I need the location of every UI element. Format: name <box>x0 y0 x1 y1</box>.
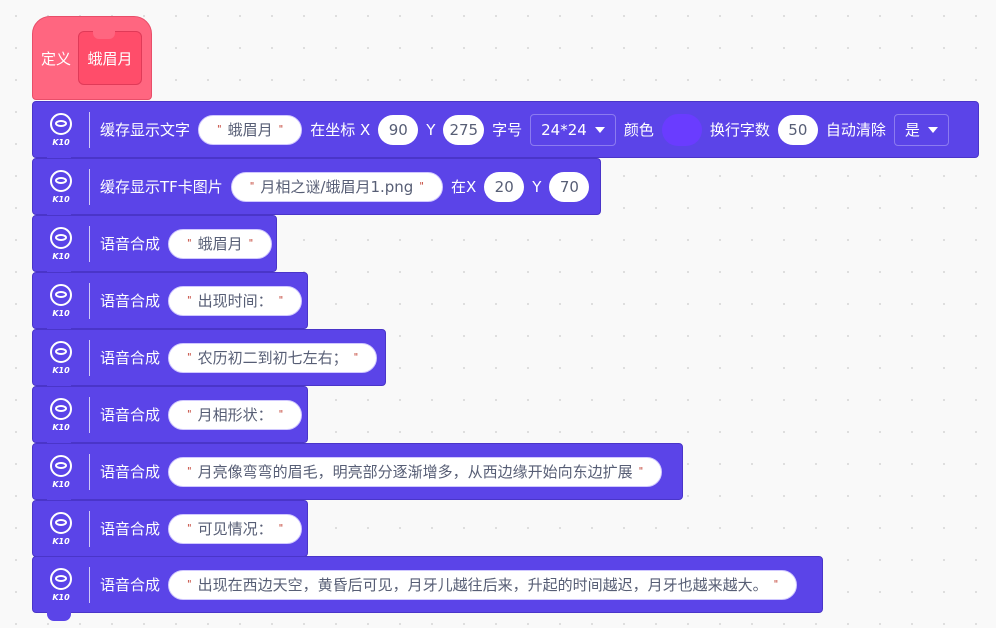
chevron-down-icon <box>927 126 938 133</box>
speech-text-input[interactable]: " 月相形状： " <box>168 399 303 430</box>
speech-text-input[interactable]: " 农历初二到初七左右； " <box>168 342 378 373</box>
k10-badge: K10 <box>33 557 89 612</box>
k10-badge: K10 <box>33 387 89 442</box>
speech-text-input[interactable]: " 可见情况： " <box>168 513 303 544</box>
speech-label: 语音合成 <box>100 576 161 594</box>
speech-label: 语音合成 <box>100 292 161 310</box>
k10-badge: K10 <box>33 330 89 385</box>
k10-logo-icon <box>50 283 72 306</box>
wrap-count-label: 换行字数 <box>709 121 770 139</box>
define-label: 定义 <box>41 49 72 68</box>
k10-badge: K10 <box>33 273 89 328</box>
block-separator <box>89 453 90 490</box>
auto-clear-dropdown[interactable]: 是 <box>893 113 949 146</box>
k10-label: K10 <box>52 422 70 432</box>
speech-block[interactable]: K10 语音合成 " 月亮像弯弯的眉毛，明亮部分逐渐增多，从西边缘开始向东边扩展 " <box>32 443 683 508</box>
speech-block[interactable]: K10 语音合成 " 蛾眉月 " <box>32 215 277 280</box>
speech-text-input[interactable]: " 月亮像弯弯的眉毛，明亮部分逐渐增多，从西边缘开始向东边扩展 " <box>168 456 663 487</box>
image-y-label: Y <box>532 177 542 196</box>
procedure-name-block[interactable]: 蛾眉月 <box>78 31 143 85</box>
speech-text-input[interactable]: " 出现在西边天空，黄昏后可见，月牙儿越往后来，升起的时间越迟，月牙也越来越大。 " <box>168 569 798 600</box>
speech-label: 语音合成 <box>100 349 161 367</box>
k10-label: K10 <box>52 137 70 147</box>
speech-label: 语音合成 <box>100 235 161 253</box>
block-separator <box>89 168 90 205</box>
display-text-block[interactable]: K10 缓存显示文字 " 蛾眉月 " 在坐标 X 90 Y 275 字号 24*24… <box>32 101 979 166</box>
display-image-block[interactable]: K10 缓存显示TF卡图片 " 月相之谜/蛾眉月1.png " 在X 20 Y 70 <box>32 158 601 223</box>
speech-text-input[interactable]: " 蛾眉月 " <box>168 228 273 259</box>
k10-logo-icon <box>50 340 72 363</box>
speech-label: 语音合成 <box>100 463 161 481</box>
speech-block[interactable]: K10 语音合成 " 月相形状： " <box>32 386 308 451</box>
k10-logo-icon <box>50 226 72 249</box>
x-input[interactable]: 90 <box>378 114 419 145</box>
at-x-label: 在坐标 X <box>310 121 371 139</box>
block-separator <box>89 282 90 319</box>
k10-badge: K10 <box>33 216 89 271</box>
k10-label: K10 <box>52 479 70 489</box>
image-y-input[interactable]: 70 <box>549 171 590 202</box>
font-size-dropdown[interactable]: 24*24 <box>530 113 616 146</box>
color-swatch[interactable] <box>661 113 702 146</box>
speech-label: 语音合成 <box>100 520 161 538</box>
display-text-input[interactable]: " 蛾眉月 " <box>198 114 303 145</box>
block-separator <box>89 225 90 262</box>
image-path-input[interactable]: " 月相之谜/蛾眉月1.png " <box>230 171 443 202</box>
chevron-down-icon <box>594 126 605 133</box>
block-separator <box>89 566 90 603</box>
y-input[interactable]: 275 <box>443 114 485 145</box>
speech-label: 语音合成 <box>100 406 161 424</box>
k10-logo-icon <box>50 454 72 477</box>
speech-block[interactable]: K10 语音合成 " 可见情况： " <box>32 500 308 565</box>
display-text-label: 缓存显示文字 <box>100 121 191 139</box>
k10-label: K10 <box>52 251 70 261</box>
block-separator <box>89 111 90 148</box>
auto-clear-label: 自动清除 <box>825 121 886 139</box>
k10-logo-icon <box>50 397 72 420</box>
k10-label: K10 <box>52 592 70 602</box>
speech-block[interactable]: K10 语音合成 " 农历初二到初七左右； " <box>32 329 386 394</box>
block-workspace[interactable]: 定义 蛾眉月 K10 缓存显示文字 " 蛾眉月 " 在坐标 X 90 Y 275 字… <box>0 0 996 628</box>
block-separator <box>89 396 90 433</box>
block-separator <box>89 339 90 376</box>
image-x-input[interactable]: 20 <box>484 171 525 202</box>
wrap-count-input[interactable]: 50 <box>777 114 818 145</box>
speech-block[interactable]: K10 语音合成 " 出现在西边天空，黄昏后可见，月牙儿越往后来，升起的时间越迟，… <box>32 556 823 621</box>
k10-logo-icon <box>50 511 72 534</box>
font-size-label: 字号 <box>492 121 523 139</box>
k10-label: K10 <box>52 194 70 204</box>
k10-badge: K10 <box>33 159 89 214</box>
procedure-name: 蛾眉月 <box>87 49 133 68</box>
k10-logo-icon <box>50 567 72 590</box>
k10-badge: K10 <box>33 102 89 157</box>
k10-logo-icon <box>50 169 72 192</box>
k10-badge: K10 <box>33 444 89 499</box>
k10-label: K10 <box>52 536 70 546</box>
y-label: Y <box>426 120 436 139</box>
speech-text-input[interactable]: " 出现时间： " <box>168 285 303 316</box>
k10-badge: K10 <box>33 501 89 556</box>
define-hat-block[interactable]: 定义 蛾眉月 <box>32 16 152 100</box>
speech-block[interactable]: K10 语音合成 " 出现时间： " <box>32 272 308 337</box>
color-label: 颜色 <box>623 121 654 139</box>
k10-label: K10 <box>52 308 70 318</box>
display-image-label: 缓存显示TF卡图片 <box>100 178 223 196</box>
image-x-label: 在X <box>450 178 477 196</box>
block-separator <box>89 510 90 547</box>
k10-logo-icon <box>50 112 72 135</box>
k10-label: K10 <box>52 365 70 375</box>
